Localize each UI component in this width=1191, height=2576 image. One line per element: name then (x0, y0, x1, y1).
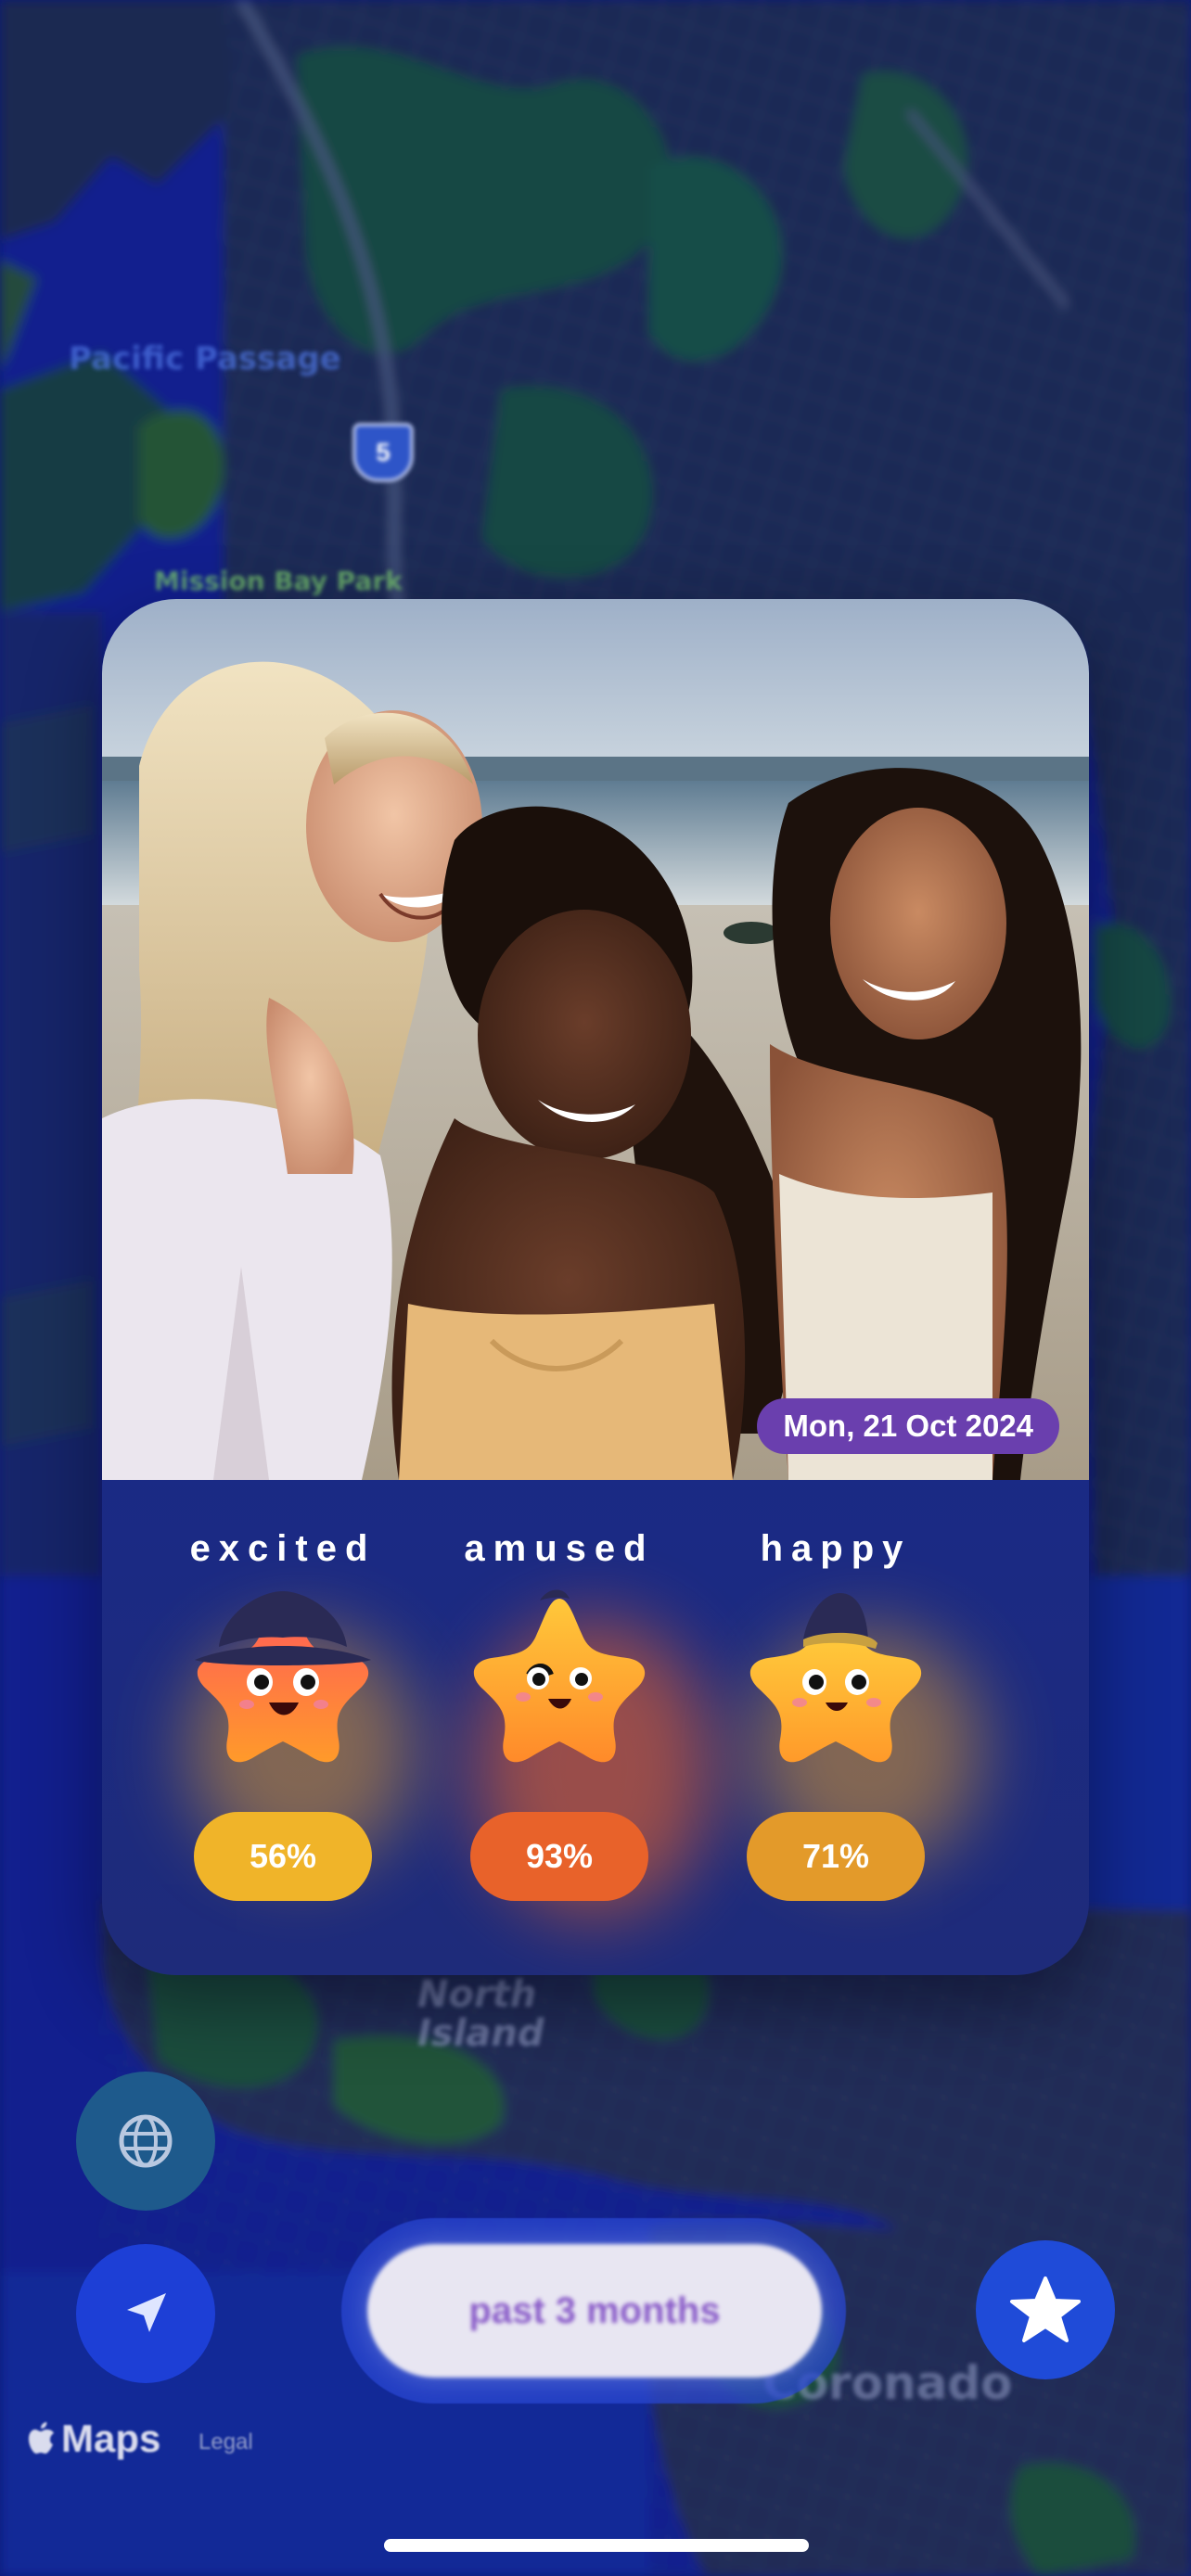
globe-view-button[interactable] (76, 2072, 215, 2211)
memory-date-badge: Mon, 21 Oct 2024 (757, 1398, 1059, 1454)
map-label-pacific-passage: Pacific Passage (69, 340, 341, 377)
mood-label: excited (189, 1528, 377, 1569)
location-arrow-icon (127, 2293, 166, 2332)
apple-logo-icon (29, 2422, 54, 2454)
mood-label: amused (464, 1528, 655, 1569)
star-icon (473, 1589, 646, 1763)
home-indicator[interactable] (384, 2539, 809, 2552)
apple-maps-attribution: Maps (28, 2417, 160, 2461)
legal-link[interactable]: Legal (198, 2429, 253, 2455)
current-location-button[interactable] (76, 2244, 215, 2383)
memory-card[interactable]: Mon, 21 Oct 2024 excited 56% amused 93% … (102, 599, 1089, 1975)
mood-percent-pill: 93% (470, 1812, 648, 1901)
interstate-shield-icon: 5 (352, 423, 414, 482)
mood-item-amused[interactable]: amused 93% (421, 1480, 698, 1975)
memory-photo-image (102, 599, 1089, 1480)
mood-percent-pill: 71% (747, 1812, 925, 1901)
favorites-button[interactable] (976, 2240, 1115, 2379)
mood-percent-pill: 56% (194, 1812, 372, 1901)
map-label-north-island: North Island (417, 1973, 544, 2055)
mood-item-happy[interactable]: happy 71% (698, 1480, 974, 1975)
map-label-mission-bay-park: Mission Bay Park (154, 566, 403, 596)
star-icon (1010, 2276, 1081, 2342)
star-icon (195, 1591, 371, 1763)
globe-icon (119, 2114, 173, 2168)
mood-label: happy (760, 1528, 912, 1569)
time-range-button[interactable]: past 3 months (367, 2244, 822, 2378)
memory-photo[interactable]: Mon, 21 Oct 2024 (102, 599, 1089, 1480)
mood-item-excited[interactable]: excited 56% (145, 1480, 421, 1975)
mood-summary: excited 56% amused 93% happy 71% (102, 1480, 1089, 1975)
star-icon (749, 1593, 922, 1763)
